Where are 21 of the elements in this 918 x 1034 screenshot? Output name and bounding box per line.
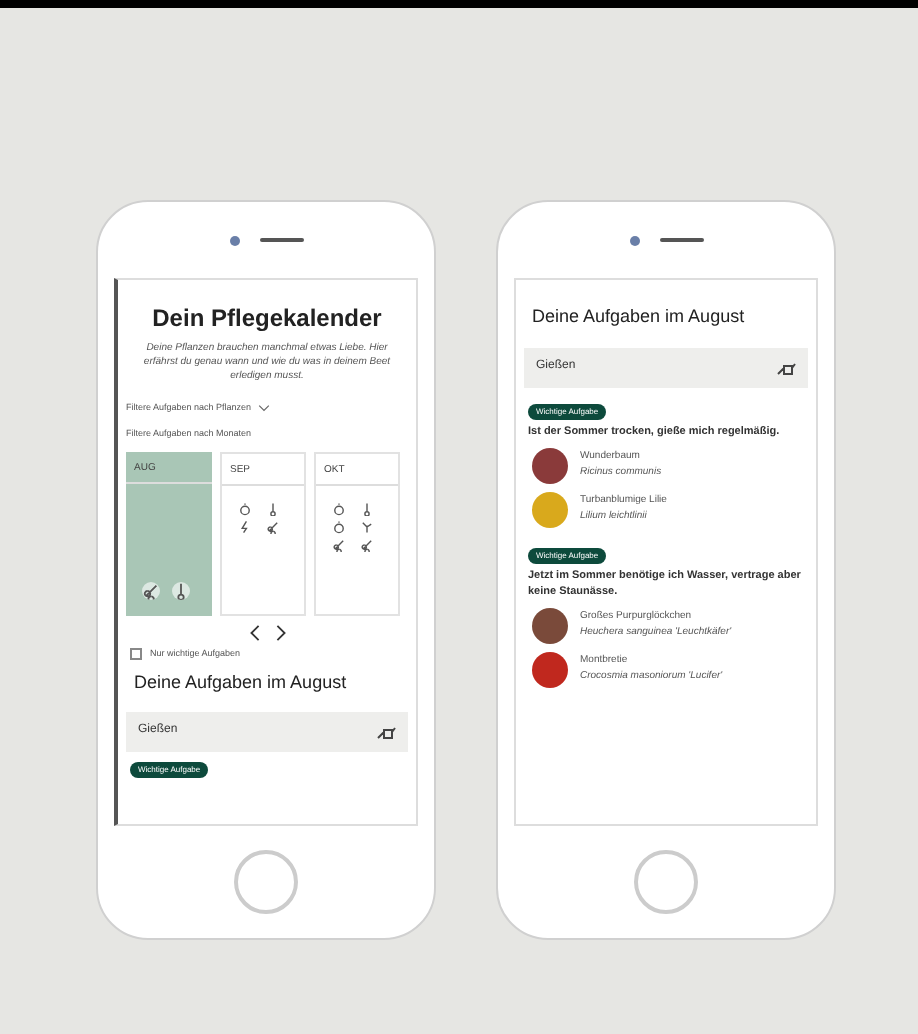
shears-icon <box>359 538 373 552</box>
checkbox[interactable] <box>130 647 142 660</box>
shears-icon <box>332 538 346 552</box>
home-button[interactable] <box>634 850 698 914</box>
lightning-icon <box>238 520 252 534</box>
home-button[interactable] <box>234 850 298 914</box>
chevron-right-icon <box>271 623 289 641</box>
section-heading: Deine Aufgaben im August <box>132 670 349 697</box>
thermometer-icon <box>265 502 279 516</box>
page-title: Dein Pflegekalender <box>150 302 384 336</box>
shears-icon <box>142 581 160 599</box>
bulb-icon <box>332 502 346 516</box>
chevron-down-icon <box>257 402 270 415</box>
section-heading: Deine Aufgaben im August <box>530 304 747 330</box>
chevron-left-icon <box>245 623 263 641</box>
bulb-icon <box>238 502 252 516</box>
bulb-icon <box>332 520 346 534</box>
shears-icon <box>265 520 279 534</box>
thermometer-icon <box>171 581 189 599</box>
thermometer-icon <box>359 502 373 516</box>
sprout-icon <box>359 520 373 534</box>
